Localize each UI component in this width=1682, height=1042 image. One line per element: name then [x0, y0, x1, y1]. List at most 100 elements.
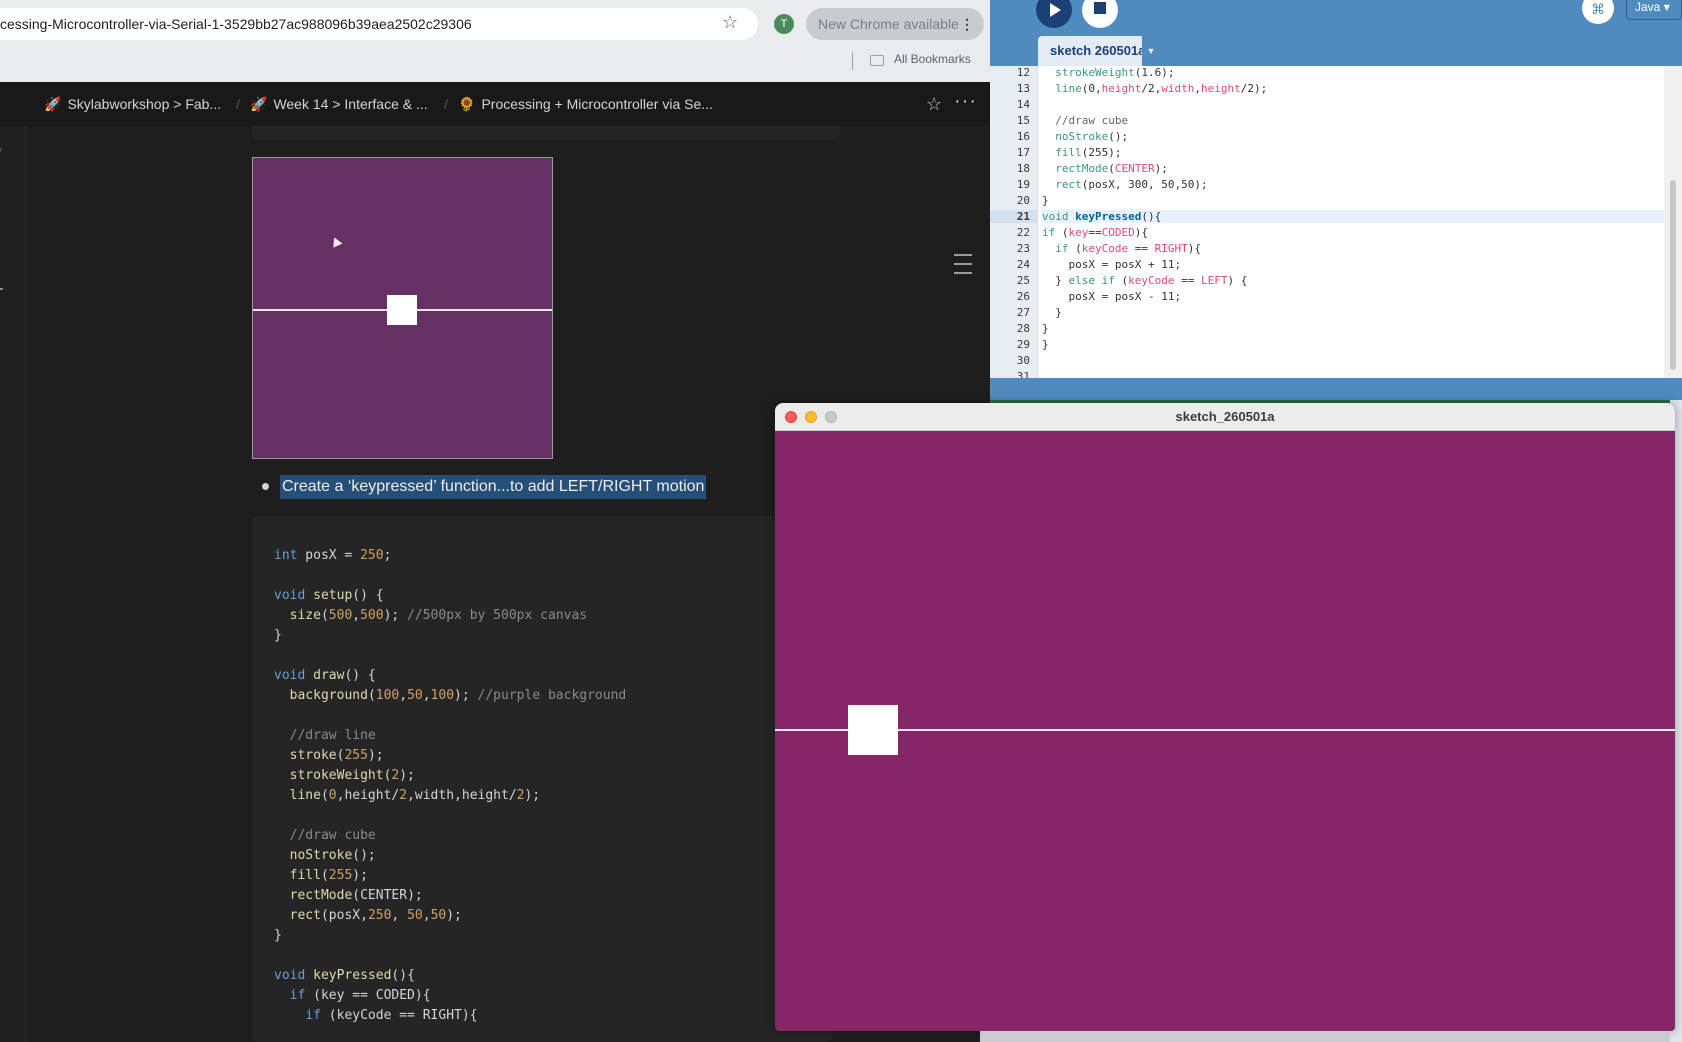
favorite-star-icon[interactable]: ☆	[926, 94, 942, 115]
sketch-preview-image	[252, 157, 553, 459]
all-bookmarks-link[interactable]: All Bookmarks	[894, 52, 971, 66]
line-number: 25	[1016, 274, 1030, 287]
rail-marker	[0, 288, 3, 290]
preview-cube	[387, 295, 417, 325]
previous-code-block	[252, 126, 840, 140]
mode-selector[interactable]: Java ▾	[1626, 0, 1682, 20]
line-number: 18	[1016, 162, 1030, 175]
sketch-window-title: sketch_260501a	[1175, 409, 1275, 424]
debugger-icon[interactable]: ⌘	[1582, 0, 1614, 24]
line-number: 12	[1016, 66, 1030, 79]
code-line: rect(posX,250, 50,50);	[289, 908, 462, 923]
address-bar[interactable]: cessing-Microcontroller-via-Serial-1-352…	[0, 8, 758, 40]
line-number: 30	[1016, 354, 1030, 367]
update-chrome-button[interactable]: New Chrome available ⋮	[806, 8, 984, 40]
tab-label: sketch 260501a	[1050, 43, 1146, 58]
editor-line: fill(255);	[1055, 146, 1122, 159]
breadcrumb-item-1[interactable]: 🚀 Skylabworkshop > Fab...	[44, 96, 221, 113]
line-number: 14	[1016, 98, 1030, 111]
code-line: fill(255);	[289, 868, 368, 883]
desktop-strip	[980, 1031, 1670, 1042]
stop-button[interactable]	[1082, 0, 1118, 28]
run-button[interactable]	[1036, 0, 1072, 28]
code-line: background(100,50,100); //purple backgro…	[289, 688, 627, 703]
code-line: void keyPressed(){	[274, 968, 415, 983]
code-line: //draw line	[289, 728, 376, 743]
breadcrumb-separator: /	[444, 96, 448, 112]
editor-line: }	[1042, 306, 1062, 319]
sunflower-icon: 🌻	[458, 96, 476, 112]
line-number-gutter: 12 13 14 15 16 17 18 19 20 21 22 23 24 2…	[990, 66, 1038, 383]
editor-scrollbar[interactable]	[1664, 66, 1682, 378]
breadcrumb-separator: /	[236, 96, 240, 112]
code-line: line(0,height/2,width,height/2);	[289, 788, 541, 803]
line-number: 28	[1016, 322, 1030, 335]
breadcrumb-label: Skylabworkshop > Fab...	[67, 96, 222, 112]
editor-line: if (key==CODED){	[1042, 226, 1148, 239]
table-of-contents-icon[interactable]	[954, 254, 972, 288]
editor-line: //draw cube	[1042, 114, 1129, 127]
line-number: 15	[1016, 114, 1030, 127]
address-bar-url[interactable]: cessing-Microcontroller-via-Serial-1-352…	[0, 16, 472, 32]
bookmark-star-icon[interactable]: ☆	[722, 12, 738, 33]
code-line: size(500,500); //500px by 500px canvas	[289, 608, 588, 623]
line-number: 16	[1016, 130, 1030, 143]
code-line: }	[274, 628, 282, 643]
editor-line: rect(posX, 300, 50,50);	[1055, 178, 1208, 191]
line-number: 20	[1016, 194, 1030, 207]
profile-avatar[interactable]: T	[774, 14, 794, 34]
processing-ide-window: ⌘ Java ▾ sketch 260501a ▼ 12 13 14 15 16…	[990, 0, 1682, 400]
code-line: strokeWeight(2);	[289, 768, 415, 783]
code-line: stroke(255);	[289, 748, 384, 763]
line-number: 13	[1016, 82, 1030, 95]
line-number: 19	[1016, 178, 1030, 191]
sketch-title-bar[interactable]: sketch_260501a	[775, 403, 1675, 431]
code-line: if (key == CODED){	[289, 988, 431, 1003]
code-block[interactable]: int posX = 250; void setup() { size(500,…	[252, 516, 832, 1042]
bullet-dot	[262, 483, 269, 490]
editor-line: }	[1042, 322, 1049, 335]
tab-sketch[interactable]: sketch 260501a ▼	[1038, 36, 1160, 66]
ide-toolbar: ⌘ Java ▾	[990, 0, 1682, 34]
update-chrome-label: New Chrome available	[818, 16, 959, 32]
code-line: int posX = 250;	[274, 548, 392, 563]
bookmarks-divider	[852, 52, 853, 70]
code-line: void setup() {	[274, 588, 384, 603]
page-header-bar: 🚀 Skylabworkshop > Fab... / 🚀 Week 14 > In…	[0, 82, 990, 126]
editor-line-current: void keyPressed(){	[1042, 210, 1664, 223]
line-number: 22	[1016, 226, 1030, 239]
more-options-icon[interactable]: ···	[954, 90, 977, 113]
sidebar-rail: ⌕	[0, 126, 26, 1042]
line-number-current: 21	[990, 210, 1038, 223]
code-line: if (keyCode == RIGHT){	[305, 1008, 478, 1023]
folder-icon	[870, 55, 884, 66]
line-number: 24	[1016, 258, 1030, 271]
line-number: 27	[1016, 306, 1030, 319]
sketch-horizontal-line	[775, 729, 1675, 731]
search-icon[interactable]: ⌕	[0, 142, 3, 157]
editor-line: rectMode(CENTER);	[1055, 162, 1168, 175]
line-number: 26	[1016, 290, 1030, 303]
scrollbar-thumb[interactable]	[1670, 180, 1676, 370]
sketch-window[interactable]: sketch_260501a	[775, 403, 1675, 1031]
editor-line: line(0,height/2,width,height/2);	[1055, 82, 1268, 95]
rocket-icon: 🚀	[250, 96, 268, 112]
code-line: noStroke();	[289, 848, 376, 863]
editor-line: noStroke();	[1055, 130, 1129, 143]
editor-line: }	[1042, 194, 1049, 207]
breadcrumb-item-3[interactable]: 🌻 Processing + Microcontroller via Se...	[458, 96, 713, 113]
editor-line: }	[1042, 338, 1049, 351]
bullet-text[interactable]: Create a ‘keypressed’ function...to add …	[280, 475, 707, 499]
code-editor[interactable]: 12 13 14 15 16 17 18 19 20 21 22 23 24 2…	[990, 66, 1664, 383]
editor-line: posX = posX - 11;	[1042, 290, 1182, 303]
browser-toolbar: cessing-Microcontroller-via-Serial-1-352…	[0, 0, 990, 82]
code-line: rectMode(CENTER);	[289, 888, 423, 903]
kebab-menu-icon[interactable]: ⋮	[960, 8, 974, 40]
editor-line: strokeWeight(1.6);	[1055, 66, 1175, 79]
code-line: }	[274, 928, 282, 943]
code-line: void draw() {	[274, 668, 376, 683]
tab-menu-arrow-icon[interactable]: ▼	[1142, 36, 1160, 66]
editor-line: posX = posX + 11;	[1042, 258, 1182, 271]
breadcrumb-item-2[interactable]: 🚀 Week 14 > Interface & ...	[250, 96, 428, 113]
line-number: 29	[1016, 338, 1030, 351]
